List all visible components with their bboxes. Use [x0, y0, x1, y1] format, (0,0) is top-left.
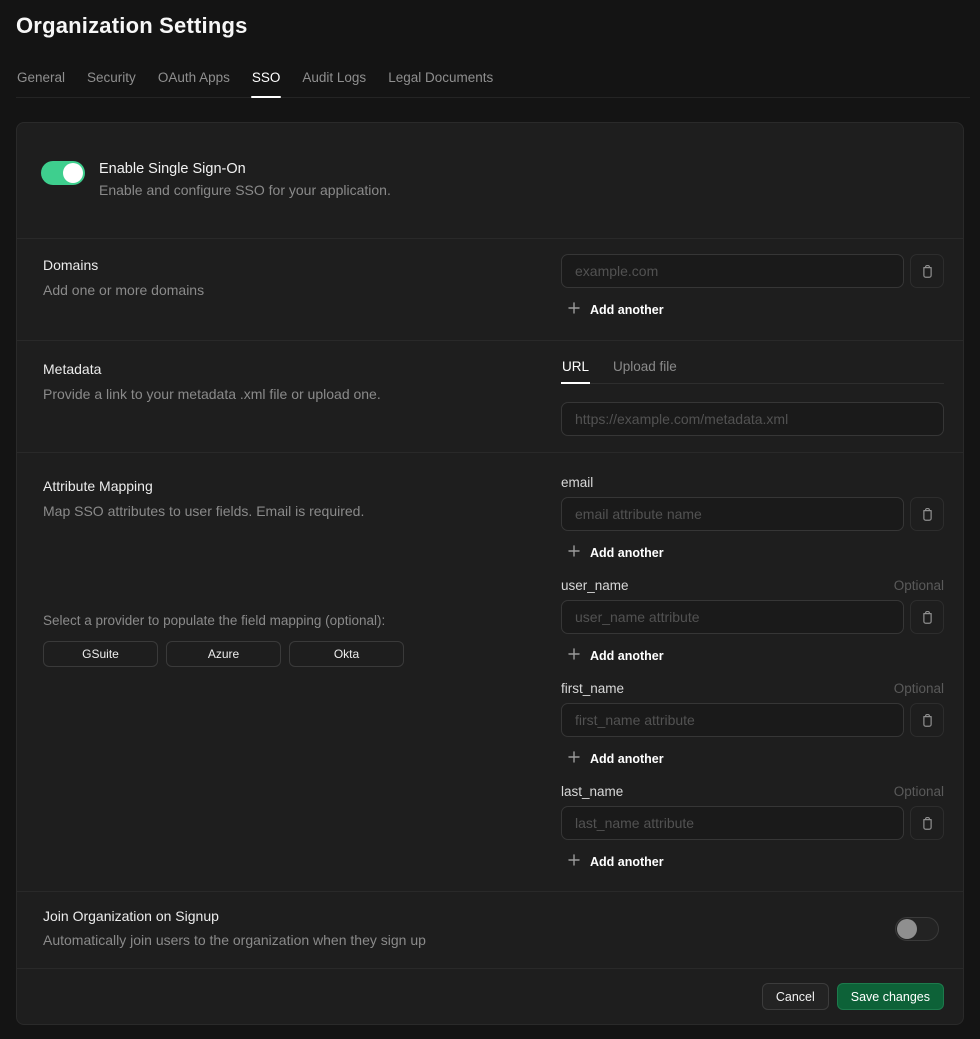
plus-icon — [568, 751, 580, 763]
page-title: Organization Settings — [16, 13, 964, 39]
optional-badge: Optional — [894, 681, 944, 696]
metadata-title: Metadata — [43, 361, 521, 377]
provider-button-okta[interactable]: Okta — [289, 641, 404, 667]
provider-buttons: GSuite Azure Okta — [43, 641, 521, 667]
attribute-fields: email Add another user_name Optional — [561, 475, 944, 871]
plus-icon — [568, 854, 580, 866]
cancel-button[interactable]: Cancel — [762, 983, 829, 1010]
tab-audit-logs[interactable]: Audit Logs — [301, 70, 367, 97]
join-signup-toggle[interactable] — [895, 917, 939, 941]
attribute-input-user-name[interactable] — [561, 600, 904, 634]
section-domains: Domains Add one or more domains Add anot… — [17, 238, 963, 340]
optional-badge: Optional — [894, 578, 944, 593]
section-join-signup: Join Organization on Signup Automaticall… — [17, 891, 963, 968]
page-header: Organization Settings — [0, 0, 980, 39]
sso-settings-panel: Enable Single Sign-On Enable and configu… — [16, 122, 964, 1025]
attribute-field-group: email Add another — [561, 475, 944, 562]
attribute-input-first-name[interactable] — [561, 703, 904, 737]
metadata-tab-url[interactable]: URL — [561, 359, 590, 383]
trash-icon — [921, 610, 934, 625]
tab-oauth-apps[interactable]: OAuth Apps — [157, 70, 231, 97]
metadata-tab-upload-file[interactable]: Upload file — [612, 359, 678, 383]
join-signup-title: Join Organization on Signup — [43, 908, 426, 924]
section-enable-sso: Enable Single Sign-On Enable and configu… — [17, 123, 963, 238]
attribute-label-row: last_name Optional — [561, 784, 944, 799]
join-signup-description: Automatically join users to the organiza… — [43, 930, 426, 950]
add-another-button[interactable]: Add another — [561, 647, 664, 665]
save-changes-button[interactable]: Save changes — [837, 983, 944, 1010]
panel-footer: Cancel Save changes — [17, 968, 963, 1024]
trash-icon — [921, 507, 934, 522]
metadata-tab-bar: URL Upload file — [561, 359, 944, 384]
tab-general[interactable]: General — [16, 70, 66, 97]
add-another-button[interactable]: Add another — [561, 750, 664, 768]
metadata-url-input[interactable] — [561, 402, 944, 436]
trash-icon — [921, 264, 934, 279]
toggle-knob — [63, 163, 83, 183]
plus-icon — [568, 302, 580, 314]
attribute-field-group: first_name Optional Add another — [561, 681, 944, 768]
delete-domain-button[interactable] — [910, 254, 944, 288]
attribute-field-group: user_name Optional Add another — [561, 578, 944, 665]
attribute-mapping-title: Attribute Mapping — [43, 478, 521, 494]
attribute-label-row: first_name Optional — [561, 681, 944, 696]
attribute-field-label: email — [561, 475, 593, 490]
section-metadata: Metadata Provide a link to your metadata… — [17, 340, 963, 452]
tab-security[interactable]: Security — [86, 70, 137, 97]
attribute-field-label: first_name — [561, 681, 624, 696]
domains-title: Domains — [43, 257, 521, 273]
toggle-knob — [897, 919, 917, 939]
trash-icon — [921, 816, 934, 831]
attribute-field-label: last_name — [561, 784, 623, 799]
delete-attribute-button[interactable] — [910, 806, 944, 840]
metadata-description: Provide a link to your metadata .xml fil… — [43, 384, 521, 404]
attribute-label-row: user_name Optional — [561, 578, 944, 593]
delete-attribute-button[interactable] — [910, 497, 944, 531]
section-attribute-mapping: Attribute Mapping Map SSO attributes to … — [17, 452, 963, 891]
attribute-input-last-name[interactable] — [561, 806, 904, 840]
plus-icon — [568, 545, 580, 557]
optional-badge: Optional — [894, 784, 944, 799]
provider-hint: Select a provider to populate the field … — [43, 613, 521, 628]
attribute-input-email[interactable] — [561, 497, 904, 531]
add-another-button[interactable]: Add another — [561, 853, 664, 871]
provider-button-azure[interactable]: Azure — [166, 641, 281, 667]
enable-sso-title: Enable Single Sign-On — [99, 161, 391, 177]
attribute-mapping-description: Map SSO attributes to user fields. Email… — [43, 501, 521, 521]
tab-sso[interactable]: SSO — [251, 70, 282, 97]
tab-legal-documents[interactable]: Legal Documents — [387, 70, 494, 97]
sso-enabled-toggle[interactable] — [41, 161, 85, 185]
delete-attribute-button[interactable] — [910, 600, 944, 634]
domain-input[interactable] — [561, 254, 904, 288]
plus-icon — [568, 648, 580, 660]
trash-icon — [921, 713, 934, 728]
attribute-label-row: email — [561, 475, 944, 490]
add-domain-button[interactable]: Add another — [561, 301, 664, 319]
add-another-button[interactable]: Add another — [561, 544, 664, 562]
delete-attribute-button[interactable] — [910, 703, 944, 737]
attribute-field-label: user_name — [561, 578, 629, 593]
attribute-field-group: last_name Optional Add another — [561, 784, 944, 871]
domains-description: Add one or more domains — [43, 280, 521, 300]
enable-sso-description: Enable and configure SSO for your applic… — [99, 182, 391, 198]
provider-button-gsuite[interactable]: GSuite — [43, 641, 158, 667]
tab-bar: General Security OAuth Apps SSO Audit Logs Le… — [16, 70, 970, 98]
